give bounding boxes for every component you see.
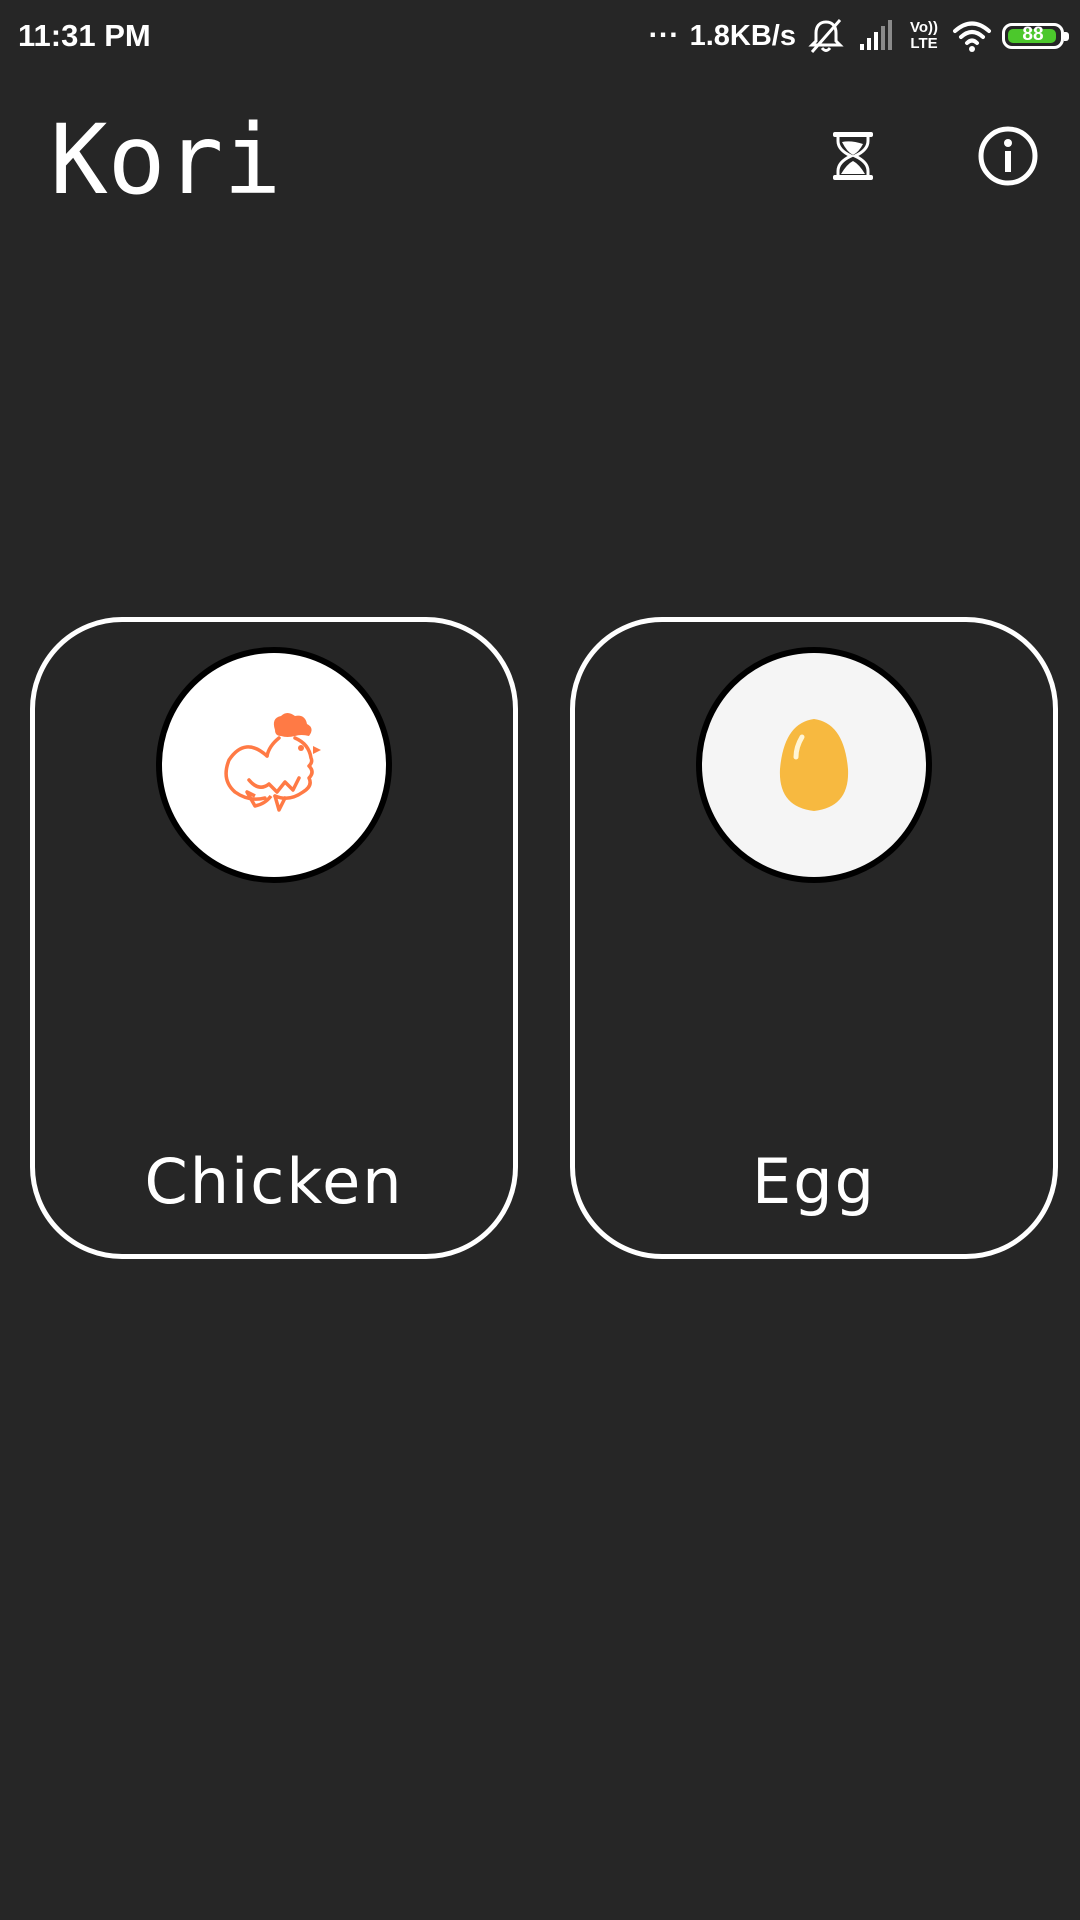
egg-label: Egg: [752, 1145, 876, 1218]
app-title: Kori: [50, 104, 282, 216]
status-bar: 11:31 PM ... 1.8KB/s Vo)) LTE 88: [0, 0, 1080, 72]
bell-off-icon: [806, 16, 846, 56]
battery-level: 88: [1022, 24, 1044, 45]
info-button[interactable]: [968, 116, 1048, 196]
volte-icon: Vo)) LTE: [906, 20, 942, 52]
status-time: 11:31 PM: [18, 18, 151, 53]
egg-icon: [779, 719, 849, 811]
info-icon: [978, 126, 1038, 186]
status-icons: ... 1.8KB/s Vo)) LTE 88: [649, 11, 1069, 58]
wifi-icon: [952, 16, 992, 56]
egg-card[interactable]: Egg: [570, 617, 1058, 1259]
timer-button[interactable]: [813, 116, 893, 196]
signal-icon: [856, 16, 896, 56]
battery-icon: 88: [1002, 23, 1069, 49]
battery-nub: [1064, 32, 1069, 41]
more-notifications-icon: ...: [648, 11, 680, 44]
chicken-icon-circle: [156, 647, 392, 883]
volte-label-top: Vo)): [909, 19, 939, 36]
rooster-icon: [224, 713, 321, 812]
chicken-label: Chicken: [144, 1145, 404, 1218]
egg-icon-circle: [696, 647, 932, 883]
network-speed: 1.8KB/s: [689, 20, 796, 52]
hourglass-icon: [833, 132, 873, 180]
chicken-card[interactable]: Chicken: [30, 617, 518, 1259]
volte-label-bottom: LTE: [910, 35, 938, 52]
